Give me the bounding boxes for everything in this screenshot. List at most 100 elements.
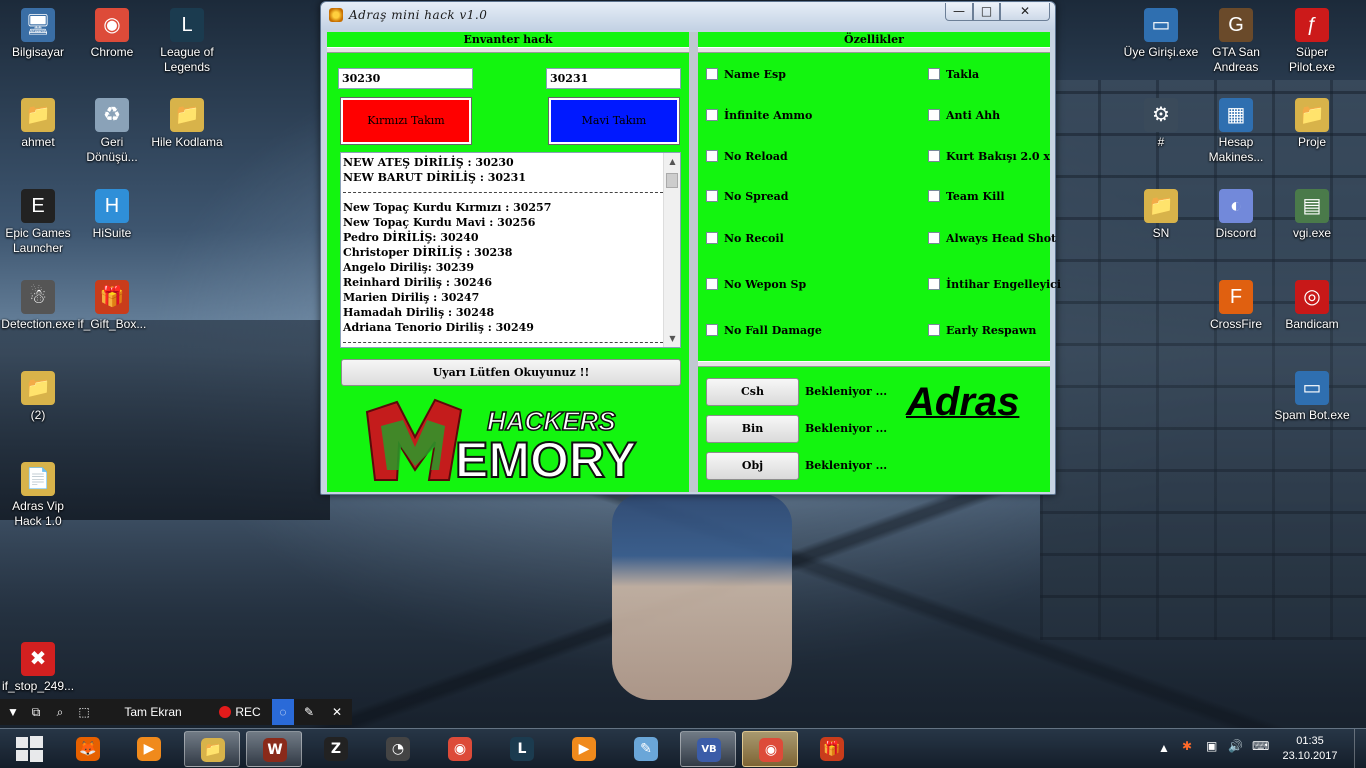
list-item[interactable]: New Topaç Kurdu Kırmızı : 30257: [343, 200, 663, 215]
pencil-icon[interactable]: ✎: [298, 699, 320, 725]
clock[interactable]: 01:35 23.10.2017: [1280, 734, 1340, 764]
taskbar-notepad[interactable]: ✎: [618, 731, 674, 767]
taskbar-gift-box[interactable]: 🎁: [804, 731, 860, 767]
close-toolbar-icon[interactable]: ✕: [326, 699, 348, 725]
desktop-icon-[interactable]: ⚙ #: [1123, 98, 1199, 150]
desktop-icon-epic-games-launcher[interactable]: E Epic Games Launcher: [0, 189, 76, 256]
list-item[interactable]: Christoper DİRİLİŞ : 30238: [343, 245, 663, 260]
checkbox-no-reload[interactable]: No Reload: [706, 150, 788, 166]
scroll-up-icon[interactable]: ▲: [664, 153, 680, 170]
tray-expand-icon[interactable]: ▲: [1158, 741, 1170, 755]
desktop-icon-league-of-legends[interactable]: L League of Legends: [149, 8, 225, 75]
desktop-icon-chrome[interactable]: ◉ Chrome: [74, 8, 150, 60]
list-item[interactable]: Angelo Diriliş: 30239: [343, 260, 663, 275]
checkbox-no-recoil[interactable]: No Recoil: [706, 232, 784, 248]
network-icon[interactable]: ▣: [1206, 739, 1217, 753]
checkbox-no-fall-damage[interactable]: No Fall Damage: [706, 324, 822, 340]
checkbox-box-icon[interactable]: [706, 109, 718, 121]
taskbar-chrome-2[interactable]: ◉: [742, 731, 798, 767]
desktop-icon-s-per-pilot-exe[interactable]: ƒ Süper Pilot.exe: [1274, 8, 1350, 75]
bin-button[interactable]: Bin: [706, 415, 799, 443]
checkbox-always-head-shot[interactable]: Always Head Shot: [928, 232, 1056, 248]
csh-button[interactable]: Csh: [706, 378, 799, 406]
taskbar-league-of-legends[interactable]: L: [494, 731, 550, 767]
record-button[interactable]: REC: [212, 699, 268, 725]
blue-team-button[interactable]: Mavi Takım: [548, 97, 680, 145]
taskbar-game-w[interactable]: W: [246, 731, 302, 767]
red-team-button[interactable]: Kırmızı Takım: [340, 97, 472, 145]
close-button[interactable]: ✕: [1000, 3, 1050, 21]
search-icon[interactable]: ⌕: [50, 699, 70, 725]
list-item[interactable]: Pedro DİRİLİŞ: 30240: [343, 230, 663, 245]
checkbox-box-icon[interactable]: [706, 190, 718, 202]
desktop-icon-gta-san-andreas[interactable]: G GTA San Andreas: [1198, 8, 1274, 75]
window-titlebar[interactable]: Adraş mini hack v1.0 — □ ✕: [321, 2, 1055, 30]
scroll-down-icon[interactable]: ▼: [664, 330, 680, 347]
taskbar-game-z[interactable]: Z: [308, 731, 364, 767]
desktop-icon-bilgisayar[interactable]: 🖥 Bilgisayar: [0, 8, 76, 60]
list-item[interactable]: Reinhard Diriliş : 30246: [343, 275, 663, 290]
desktop-icon-if-stop-249[interactable]: ✖ if_stop_249...: [0, 642, 76, 694]
list-item[interactable]: NEW ATEŞ DİRİLİŞ : 30230: [343, 155, 663, 170]
checkbox-box-icon[interactable]: [706, 278, 718, 290]
checkbox-box-icon[interactable]: [928, 324, 940, 336]
checkbox-i-nfinite-ammo[interactable]: İnfinite Ammo: [706, 109, 812, 125]
desktop-icon-ye-giri-i-exe[interactable]: ▭ Üye Girişi.exe: [1123, 8, 1199, 60]
checkbox-box-icon[interactable]: [928, 190, 940, 202]
desktop-icon-geri-d-n[interactable]: ♻ Geri Dönüşü...: [74, 98, 150, 165]
warning-read-button[interactable]: Uyarı Lütfen Okuyunuz !!: [341, 359, 681, 386]
desktop-icon-vgi-exe[interactable]: ▤ vgi.exe: [1274, 189, 1350, 241]
desktop-icon-ahmet[interactable]: 📁 ahmet: [0, 98, 76, 150]
taskbar-file-explorer[interactable]: 📁: [184, 731, 240, 767]
desktop-icon-spam-bot-exe[interactable]: ▭ Spam Bot.exe: [1274, 371, 1350, 423]
checkbox-early-respawn[interactable]: Early Respawn: [928, 324, 1036, 340]
volume-icon[interactable]: 🔊: [1228, 739, 1243, 753]
checkbox-box-icon[interactable]: [706, 232, 718, 244]
checkbox-no-spread[interactable]: No Spread: [706, 190, 788, 206]
red-team-code-input[interactable]: 30230: [338, 68, 473, 89]
checkbox-kurt-bak-2-0-x[interactable]: Kurt Bakışı 2.0 x: [928, 150, 1050, 166]
checkbox-anti-ahh[interactable]: Anti Ahh: [928, 109, 1000, 125]
desktop-icon-crossfire[interactable]: F CrossFire: [1198, 280, 1274, 332]
fullscreen-mode-label[interactable]: Tam Ekran: [112, 699, 194, 725]
show-desktop-button[interactable]: [1354, 729, 1366, 768]
list-item[interactable]: New Topaç Kurdu Mavi : 30256: [343, 215, 663, 230]
checkbox-box-icon[interactable]: [928, 278, 940, 290]
taskbar-visual-basic[interactable]: VB: [680, 731, 736, 767]
collapse-icon[interactable]: ▼: [4, 699, 22, 725]
capture-icon[interactable]: ◌: [272, 699, 294, 725]
taskbar-media-player[interactable]: ▶: [121, 731, 177, 767]
start-button[interactable]: [2, 731, 58, 767]
checkbox-box-icon[interactable]: [706, 150, 718, 162]
desktop-icon-detection-exe[interactable]: ☃ Detection.exe: [0, 280, 76, 332]
checkbox-no-wepon-sp[interactable]: No Wepon Sp: [706, 278, 806, 294]
scroll-thumb[interactable]: [666, 173, 678, 188]
list-scrollbar[interactable]: ▲ ▼: [663, 153, 680, 347]
checkbox-i-ntihar-engelleyici[interactable]: İntihar Engelleyici: [928, 278, 1061, 294]
checkbox-takla[interactable]: Takla: [928, 68, 979, 84]
desktop-icon-proje[interactable]: 📁 Proje: [1274, 98, 1350, 150]
checkbox-box-icon[interactable]: [928, 109, 940, 121]
minimize-button[interactable]: —: [945, 3, 973, 21]
list-item[interactable]: NEW BARUT DİRİLİŞ : 30231: [343, 170, 663, 185]
checkbox-name-esp[interactable]: Name Esp: [706, 68, 786, 84]
desktop-icon-sn[interactable]: 📁 SN: [1123, 189, 1199, 241]
desktop-icon-2[interactable]: 📁 (2): [0, 371, 76, 423]
maximize-button[interactable]: □: [973, 3, 1000, 21]
list-item[interactable]: Hamadah Diriliş : 30248: [343, 305, 663, 320]
checkbox-team-kill[interactable]: Team Kill: [928, 190, 1005, 206]
taskbar-chrome[interactable]: ◉: [432, 731, 488, 767]
desktop-icon-hisuite[interactable]: H HiSuite: [74, 189, 150, 241]
taskbar-obs[interactable]: ◔: [370, 731, 426, 767]
list-item[interactable]: Marien Diriliş : 30247: [343, 290, 663, 305]
checkbox-box-icon[interactable]: [928, 150, 940, 162]
obj-button[interactable]: Obj: [706, 452, 799, 480]
desktop-icon-if-gift-box[interactable]: 🎁 if_Gift_Box...: [74, 280, 150, 332]
desktop-icon-hesap-makines[interactable]: ▦ Hesap Makines...: [1198, 98, 1274, 165]
desktop-icon-hile-kodlama[interactable]: 📁 Hile Kodlama: [149, 98, 225, 150]
checkbox-box-icon[interactable]: [706, 68, 718, 80]
desktop-icon-bandicam[interactable]: ◎ Bandicam: [1274, 280, 1350, 332]
blue-team-code-input[interactable]: 30231: [546, 68, 681, 89]
window-mode-icon[interactable]: ⧉: [26, 699, 46, 725]
item-code-list[interactable]: NEW ATEŞ DİRİLİŞ : 30230 NEW BARUT DİRİLİ…: [340, 152, 681, 348]
